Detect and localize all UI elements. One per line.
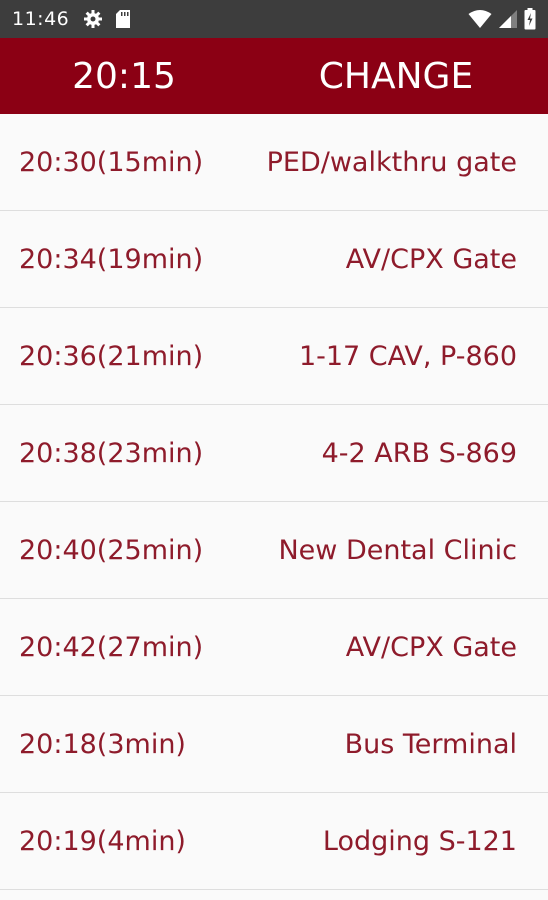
status-bar: 11:46 [0, 0, 548, 38]
schedule-row[interactable]: 20:34(19min) AV/CPX Gate [0, 211, 548, 308]
arrival-time: 20:36(21min) [19, 340, 204, 372]
stop-name: AV/CPX Gate [345, 243, 517, 275]
status-left-icons [83, 9, 131, 29]
status-right-icons [468, 8, 536, 30]
stop-name: New Dental Clinic [278, 534, 517, 566]
schedule-row[interactable]: 20:42(27min) AV/CPX Gate [0, 599, 548, 696]
schedule-row[interactable]: 20:19(4min) Lodging S-121 [0, 793, 548, 890]
app-header: 20:15 CHANGE [0, 38, 548, 114]
stop-name: 1-17 CAV, P-860 [298, 340, 517, 372]
stop-name: Lodging S-121 [322, 825, 517, 857]
arrival-time: 20:42(27min) [19, 631, 204, 663]
sd-card-icon [115, 9, 131, 29]
arrival-time: 20:38(23min) [19, 437, 204, 469]
schedule-row[interactable]: 20:18(3min) Bus Terminal [0, 696, 548, 793]
schedule-row[interactable]: 20:38(23min) 4-2 ARB S-869 [0, 405, 548, 502]
schedule-row[interactable]: 20:40(25min) New Dental Clinic [0, 502, 548, 599]
stop-name: 4-2 ARB S-869 [321, 437, 517, 469]
arrival-time: 20:40(25min) [19, 534, 204, 566]
arrival-time: 20:18(3min) [19, 728, 186, 760]
gear-icon [83, 9, 103, 29]
schedule-row[interactable]: 20:36(21min) 1-17 CAV, P-860 [0, 308, 548, 405]
arrival-time: 20:19(4min) [19, 825, 186, 857]
selected-time[interactable]: 20:15 [0, 56, 248, 97]
status-time: 11:46 [12, 8, 70, 30]
arrival-time: 20:34(19min) [19, 243, 204, 275]
wifi-icon [468, 9, 492, 29]
schedule-row[interactable]: 20:30(15min) PED/walkthru gate [0, 114, 548, 211]
stop-name: PED/walkthru gate [266, 146, 517, 178]
change-button[interactable]: CHANGE [274, 56, 518, 97]
cell-signal-icon [498, 9, 518, 29]
stop-name: Bus Terminal [344, 728, 517, 760]
schedule-list: 20:30(15min) PED/walkthru gate 20:34(19m… [0, 114, 548, 890]
battery-icon [524, 8, 536, 30]
arrival-time: 20:30(15min) [19, 146, 204, 178]
stop-name: AV/CPX Gate [345, 631, 517, 663]
